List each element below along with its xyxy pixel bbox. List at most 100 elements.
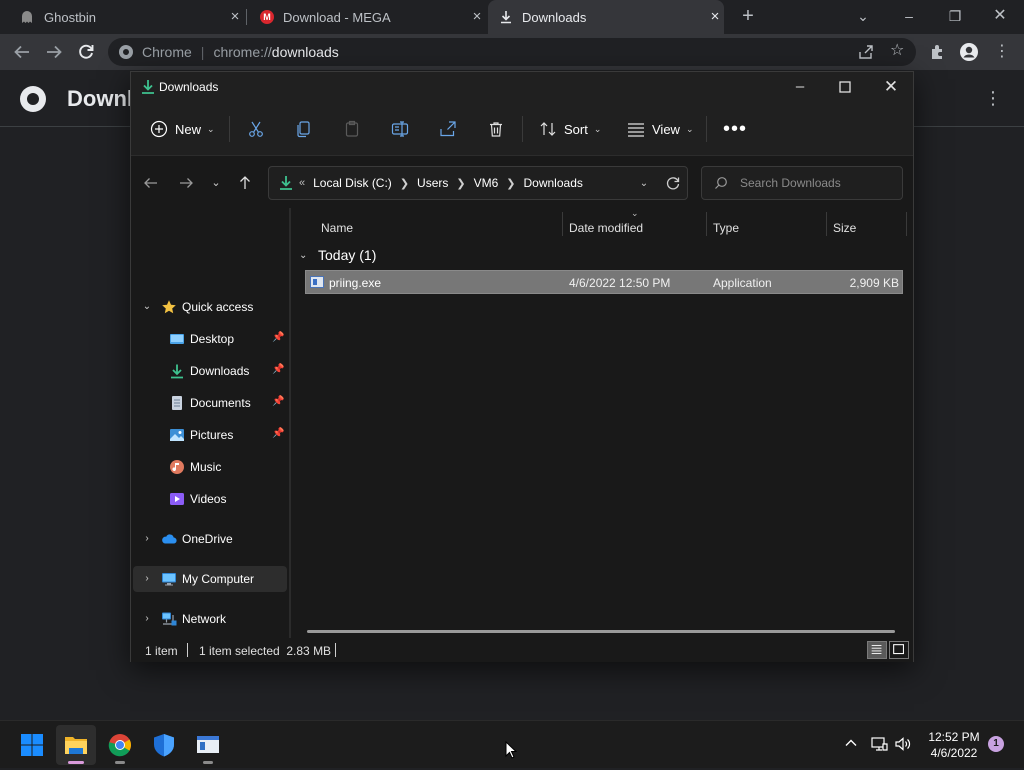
restore-icon[interactable]: ❐ [945, 6, 965, 26]
nav-pictures[interactable]: Pictures 📌 [131, 422, 287, 448]
delete-button[interactable] [487, 118, 505, 140]
share-icon[interactable] [858, 44, 874, 60]
close-icon[interactable]: ✕ [880, 76, 902, 98]
table-row[interactable]: priing.exe 4/6/2022 12:50 PM Application… [305, 270, 903, 294]
tab-mega[interactable]: M Download - MEGA × [250, 0, 486, 34]
address-bar[interactable]: Chrome | chrome:// downloads ☆ [108, 38, 916, 66]
tab-ghostbin[interactable]: Ghostbin × [8, 0, 244, 34]
minimize-icon[interactable]: – [789, 76, 811, 98]
group-header-today[interactable]: ⌄ Today (1) [299, 244, 376, 266]
rename-button[interactable] [391, 118, 409, 140]
nav-quick-access[interactable]: ⌄ Quick access [131, 294, 287, 320]
nav-videos[interactable]: Videos [131, 486, 287, 512]
chevron-right-icon[interactable]: › [141, 573, 153, 585]
back-icon[interactable] [142, 174, 160, 192]
chevron-down-icon[interactable]: ⌄ [299, 250, 311, 261]
desktop-icon [169, 331, 185, 347]
refresh-icon[interactable] [665, 175, 681, 191]
close-icon[interactable]: × [228, 9, 242, 24]
pin-icon[interactable]: 📌 [272, 396, 284, 410]
chevron-right-icon[interactable]: ❯ [456, 177, 465, 190]
sort-button[interactable]: Sort ⌄ [539, 118, 601, 140]
nav-music[interactable]: Music [131, 454, 287, 480]
column-separator[interactable] [706, 212, 707, 236]
more-icon[interactable]: ⋮ [984, 88, 1002, 108]
tab-downloads[interactable]: Downloads × [488, 0, 724, 34]
breadcrumb-item[interactable]: Local Disk (C:) [313, 176, 392, 190]
share-button[interactable] [439, 118, 457, 140]
new-button[interactable]: New ⌄ [150, 118, 215, 140]
forward-icon[interactable] [43, 41, 65, 63]
nav-documents[interactable]: Documents 📌 [131, 390, 287, 416]
chevron-down-icon[interactable]: ⌄ [637, 177, 651, 191]
breadcrumb-item[interactable]: VM6 [474, 176, 499, 190]
breadcrumb-item[interactable]: Downloads [524, 176, 583, 190]
column-header-date[interactable]: Date modified [569, 216, 643, 240]
cut-button[interactable] [247, 118, 265, 140]
taskbar-file-explorer[interactable] [56, 725, 96, 765]
menu-icon[interactable]: ⋮ [992, 42, 1012, 62]
taskbar-chrome[interactable] [100, 725, 140, 765]
extensions-icon[interactable] [928, 42, 948, 62]
show-hidden-icons-icon[interactable] [843, 735, 859, 751]
taskbar-defender[interactable] [144, 725, 184, 765]
breadcrumb-item[interactable]: Users [417, 176, 448, 190]
details-view-icon[interactable] [867, 641, 887, 659]
pin-icon[interactable]: 📌 [272, 364, 284, 378]
breadcrumb-overflow[interactable]: « [299, 177, 305, 189]
nav-label: Music [190, 460, 222, 474]
network-icon[interactable] [870, 736, 888, 752]
search-input[interactable] [740, 174, 890, 192]
view-list-icon [628, 123, 644, 137]
close-icon[interactable]: × [708, 9, 722, 24]
start-button[interactable] [12, 725, 52, 765]
minimize-icon[interactable]: – [899, 6, 919, 26]
recent-locations-icon[interactable]: ⌄ [207, 174, 225, 192]
close-window-icon[interactable]: ✕ [990, 6, 1010, 26]
notification-badge[interactable]: 1 [988, 736, 1004, 752]
column-header-type[interactable]: Type [713, 216, 739, 240]
new-tab-button[interactable]: + [738, 6, 758, 26]
nav-my-computer[interactable]: › My Computer [133, 566, 287, 592]
tiles-view-icon[interactable] [889, 641, 909, 659]
search-box[interactable] [701, 166, 903, 200]
column-header-size[interactable]: Size [833, 216, 856, 240]
nav-network[interactable]: › Network [131, 606, 287, 632]
chevron-right-icon[interactable]: › [141, 613, 153, 625]
more-options-button[interactable]: ••• [723, 118, 747, 140]
chevron-right-icon[interactable]: ❯ [506, 177, 515, 190]
taskbar-app-window[interactable] [188, 725, 228, 765]
nav-desktop[interactable]: Desktop 📌 [131, 326, 287, 352]
clock[interactable]: 12:52 PM 4/6/2022 [922, 729, 986, 761]
breadcrumb[interactable]: « Local Disk (C:) ❯ Users ❯ VM6 ❯ Downlo… [268, 166, 688, 200]
pin-icon[interactable]: 📌 [272, 428, 284, 442]
volume-icon[interactable] [894, 736, 912, 752]
close-icon[interactable]: × [470, 9, 484, 24]
profile-icon[interactable] [959, 42, 979, 62]
column-separator[interactable] [826, 212, 827, 236]
maximize-icon[interactable] [834, 76, 856, 98]
tab-separator [246, 9, 247, 25]
explorer-titlebar[interactable]: Downloads – ✕ [131, 72, 913, 102]
chevron-right-icon[interactable]: › [141, 533, 153, 545]
file-size: 2,909 KB [849, 276, 899, 290]
nav-downloads[interactable]: Downloads 📌 [131, 358, 287, 384]
up-icon[interactable] [236, 174, 254, 192]
tab-search-icon[interactable]: ⌄ [853, 6, 873, 26]
pictures-icon [169, 427, 185, 443]
nav-onedrive[interactable]: › OneDrive [131, 526, 287, 552]
reload-icon[interactable] [75, 41, 97, 63]
back-icon[interactable] [11, 41, 33, 63]
chevron-right-icon[interactable]: ❯ [400, 177, 409, 190]
paste-button[interactable] [343, 118, 361, 140]
pin-icon[interactable]: 📌 [272, 332, 284, 346]
chevron-down-icon[interactable]: ⌄ [141, 301, 153, 313]
column-separator[interactable] [562, 212, 563, 236]
column-header-name[interactable]: Name [321, 216, 353, 240]
view-button[interactable]: View ⌄ [627, 118, 694, 140]
forward-icon[interactable] [177, 174, 195, 192]
column-separator[interactable] [906, 212, 907, 236]
copy-button[interactable] [295, 118, 313, 140]
star-icon[interactable]: ☆ [890, 43, 906, 59]
horizontal-scrollbar[interactable] [307, 630, 895, 633]
